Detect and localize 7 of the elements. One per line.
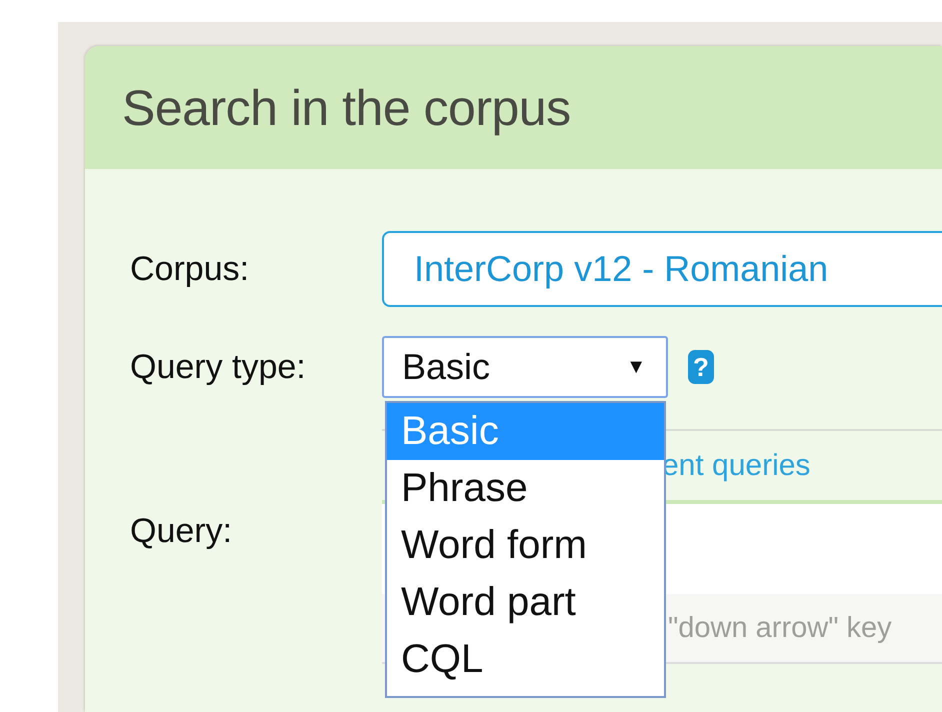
corpus-label: Corpus: bbox=[129, 250, 250, 288]
query-type-select[interactable]: Basic ▼ bbox=[382, 336, 668, 398]
hint-text: "down arrow" key bbox=[668, 612, 892, 644]
caret-icon: ▼ bbox=[626, 356, 646, 378]
query-label: Query: bbox=[129, 512, 234, 550]
query-type-label: Query type: bbox=[129, 348, 307, 386]
panel-title: Search in the corpus bbox=[122, 78, 571, 136]
